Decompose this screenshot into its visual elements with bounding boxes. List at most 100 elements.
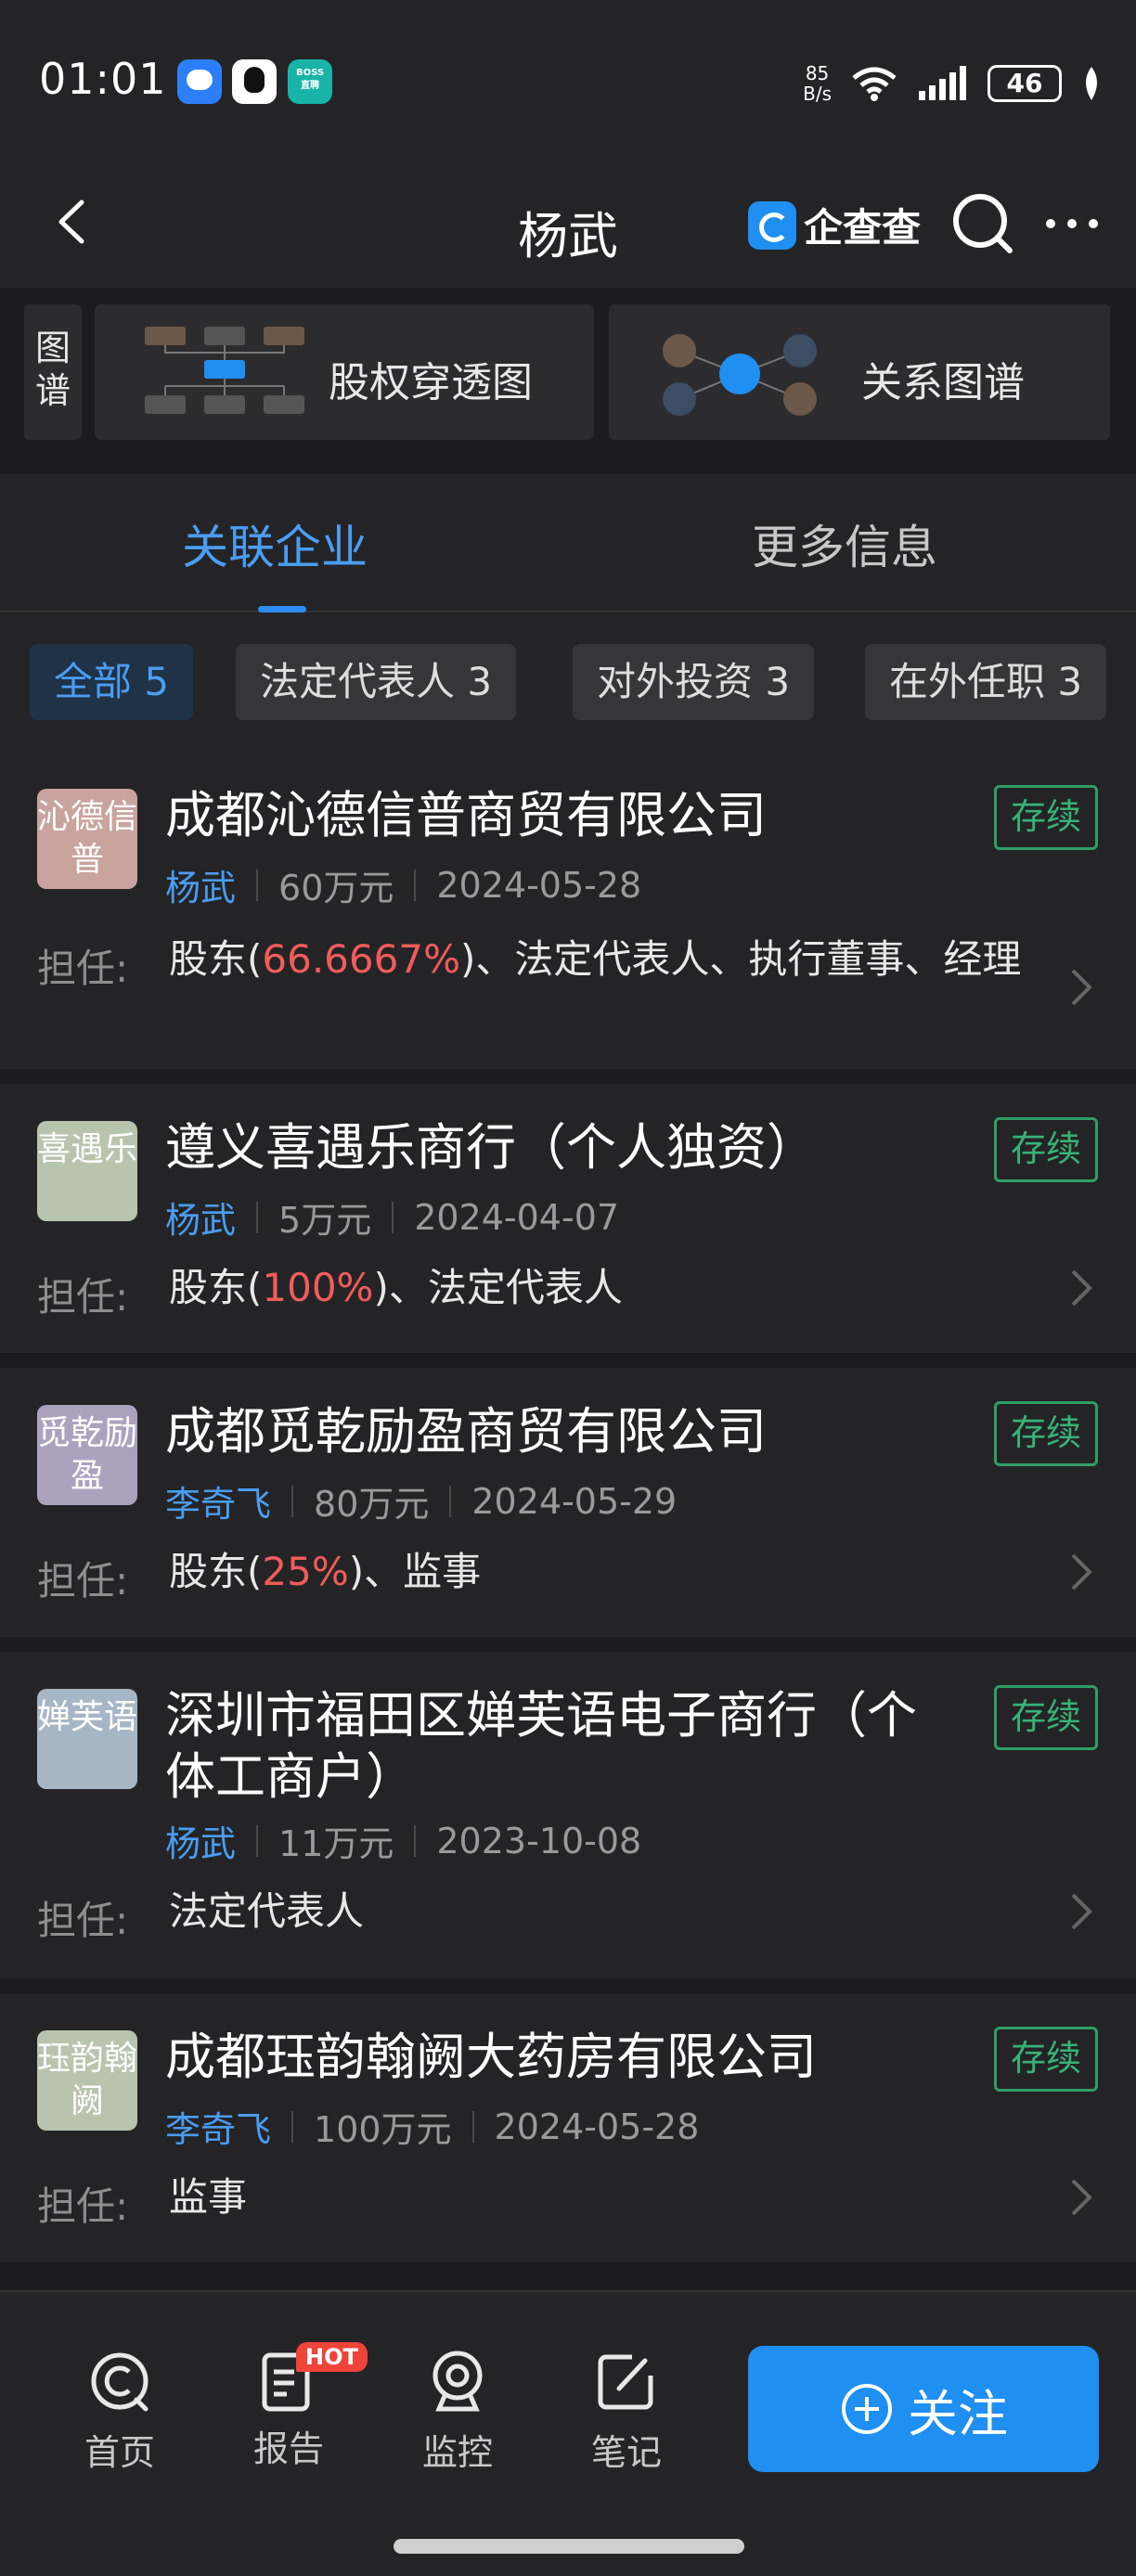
established-date: 2024-05-29 (471, 1480, 678, 1522)
graph-strip: 图谱 股权穿透图 关系图谱 (0, 288, 1136, 455)
meta-divider (414, 869, 417, 901)
company-name: 成都沁德信普商贸有限公司 (165, 786, 767, 844)
more-icon[interactable] (1039, 191, 1104, 256)
brand-logo-icon (748, 200, 796, 250)
company-meta: 杨武 60万元 2024-05-28 (165, 859, 641, 910)
filter-all[interactable]: 全部 5 (30, 644, 194, 720)
network-speed-value: 85 (805, 62, 830, 84)
meta-divider (256, 1824, 259, 1857)
legal-person-link[interactable]: 杨武 (165, 1815, 236, 1866)
equity-penetration-card[interactable]: 股权穿透图 (95, 304, 594, 440)
meta-divider (291, 2110, 294, 2143)
battery-indicator: 46 (988, 65, 1062, 102)
company-list-item[interactable]: 婵芙语 深圳市福田区婵芙语电子商行（个体工商户） 存续 杨武 11万元 2023… (0, 1652, 1136, 1978)
follow-button-label: 关注 (908, 2384, 1008, 2443)
boss-app-icon: BOSS 直聘 (288, 59, 332, 104)
signal-icon (919, 66, 966, 100)
status-badge: 存续 (994, 2027, 1098, 2092)
company-name: 深圳市福田区婵芙语电子商行（个体工商户） (165, 1686, 917, 1806)
active-tab-indicator (258, 606, 306, 612)
relation-diagram-icon (663, 334, 817, 416)
status-badge: 存续 (994, 1401, 1098, 1466)
registered-capital: 5万元 (278, 1200, 372, 1241)
bottom-nav: 首页 HOT 报告 监控 笔记 关注 (0, 2290, 1136, 2576)
share-percentage: 25% (262, 1549, 349, 1594)
registered-capital: 100万元 (314, 2109, 452, 2150)
role-text: 监事 (169, 2171, 1060, 2223)
legal-person-link[interactable]: 李奇飞 (165, 1475, 271, 1526)
meta-divider (414, 1824, 417, 1857)
role-label: 担任: (37, 2183, 129, 2229)
role-text-post: )、法定代表人 (373, 1265, 623, 1310)
registered-capital: 80万元 (314, 1484, 430, 1525)
company-meta: 李奇飞 80万元 2024-05-29 (165, 1475, 677, 1526)
share-percentage: 66.6667% (262, 936, 460, 982)
chevron-right-icon (1071, 969, 1092, 1006)
legal-person-link[interactable]: 杨武 (165, 859, 236, 910)
company-meta: 李奇飞 100万元 2024-05-28 (165, 2101, 699, 2152)
network-speed-unit: B/s (803, 83, 832, 105)
company-list-item[interactable]: 觅乾励盈 成都觅乾励盈商贸有限公司 存续 李奇飞 80万元 2024-05-29… (0, 1368, 1136, 1637)
role-text-pre: 股东( (169, 1265, 263, 1310)
brand-name: 企查查 (804, 205, 922, 251)
legal-person-link[interactable]: 李奇飞 (165, 2101, 271, 2152)
nav-home[interactable]: 首页 (59, 2348, 180, 2475)
company-list-item[interactable]: 珏韵翰阙 成都珏韵翰阙大药房有限公司 存续 李奇飞 100万元 2024-05-… (0, 1993, 1136, 2262)
nav-monitor[interactable]: 监控 (397, 2348, 518, 2475)
role-text: 股东(25%)、监事 (169, 1546, 1060, 1598)
meta-divider (256, 1201, 259, 1233)
company-logo: 喜遇乐 (37, 1121, 137, 1221)
company-logo: 觅乾励盈 (37, 1405, 137, 1505)
message-app-icon (177, 59, 222, 104)
report-icon-wrap: HOT (255, 2342, 368, 2415)
nav-notes[interactable]: 笔记 (566, 2348, 687, 2475)
notes-icon (598, 2354, 653, 2410)
filter-investment[interactable]: 对外投资 3 (573, 644, 815, 720)
share-percentage: 100% (262, 1265, 374, 1310)
boss-icon-line2: 直聘 (301, 81, 319, 91)
follow-button[interactable]: 关注 (748, 2346, 1099, 2472)
legal-person-link[interactable]: 杨武 (165, 1191, 236, 1243)
equity-penetration-label: 股权穿透图 (329, 359, 533, 406)
company-name: 成都觅乾励盈商贸有限公司 (165, 1402, 767, 1461)
company-list-item[interactable]: 沁德信普 成都沁德信普商贸有限公司 存续 杨武 60万元 2024-05-28 … (0, 752, 1136, 1069)
role-text: 股东(66.6667%)、法定代表人、执行董事、经理 (169, 934, 1051, 985)
boss-icon-line1: BOSS (295, 68, 325, 78)
brand: 企查查 (748, 197, 921, 253)
nav-report[interactable]: HOT 报告 (228, 2342, 368, 2471)
role-text-pre: 监事 (169, 2174, 248, 2220)
filter-legal-rep[interactable]: 法定代表人 3 (236, 644, 517, 720)
role-text: 法定代表人 (169, 1886, 1060, 1938)
tab-bar: 关联企业 更多信息 (0, 473, 1136, 612)
home-indicator[interactable] (394, 2539, 744, 2554)
meta-divider (392, 1201, 394, 1233)
company-list-item[interactable]: 喜遇乐 遵义喜遇乐商行（个人独资） 存续 杨武 5万元 2024-04-07 担… (0, 1084, 1136, 1353)
chevron-right-icon (1071, 1553, 1092, 1591)
nav-home-label: 首页 (84, 2432, 155, 2473)
role-text-post: )、法定代表人、执行董事、经理 (459, 936, 1022, 982)
tab-more-info[interactable]: 更多信息 (752, 510, 937, 577)
meta-divider (449, 1485, 452, 1517)
status-bar: 01:01 BOSS 直聘 85 B/s 46 (0, 0, 1136, 158)
role-label: 担任: (37, 946, 129, 991)
filter-external-position[interactable]: 在外任职 3 (865, 644, 1107, 720)
company-logo: 珏韵翰阙 (37, 2030, 137, 2131)
tab-related-companies[interactable]: 关联企业 (182, 510, 368, 577)
status-badge: 存续 (994, 1685, 1098, 1750)
established-date: 2023-10-08 (436, 1820, 642, 1861)
company-name: 成都珏韵翰阙大药房有限公司 (165, 2028, 817, 2086)
company-meta: 杨武 11万元 2023-10-08 (165, 1815, 641, 1866)
company-meta: 杨武 5万元 2024-04-07 (165, 1191, 619, 1243)
nav-monitor-label: 监控 (421, 2432, 493, 2473)
role-text-pre: 股东( (169, 1549, 263, 1594)
title-bar: 杨武 企查查 (0, 158, 1136, 288)
leaf-icon (1086, 67, 1097, 100)
established-date: 2024-05-28 (494, 2106, 700, 2147)
meta-divider (256, 869, 259, 901)
app-screen: 01:01 BOSS 直聘 85 B/s 46 杨武 企查查 图谱 股权穿透图 … (0, 0, 1136, 2576)
search-icon[interactable] (947, 187, 1021, 262)
role-text-post: )、监事 (348, 1549, 482, 1594)
meta-divider (471, 2110, 474, 2143)
relation-graph-card[interactable]: 关系图谱 (609, 304, 1110, 440)
clock: 01:01 (39, 54, 167, 104)
